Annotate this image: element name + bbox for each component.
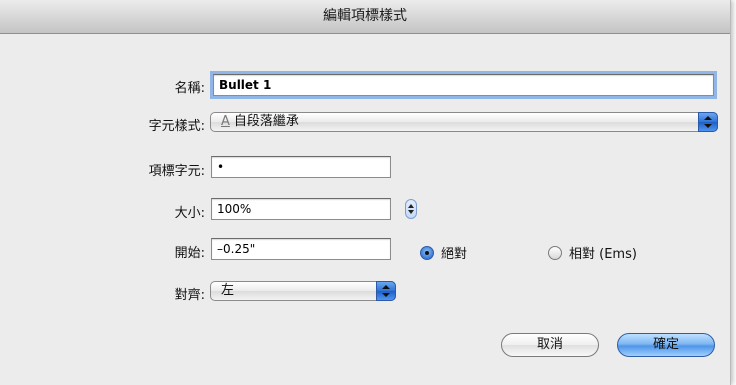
- start-field[interactable]: –0.25": [211, 238, 391, 260]
- cancel-button[interactable]: 取消: [501, 333, 599, 357]
- edit-bullet-style-dialog: 編輯項標樣式 名稱: Bullet 1 字元樣式: A 自段落繼承 項標字元: •…: [0, 0, 731, 385]
- align-value: 左: [221, 283, 235, 298]
- align-label: 對齊:: [174, 288, 205, 303]
- stepper-down-icon: [408, 210, 414, 214]
- char-style-icon: A: [221, 114, 230, 129]
- size-label: 大小:: [174, 206, 205, 221]
- ok-button[interactable]: 確定: [617, 333, 715, 357]
- char-style-popup[interactable]: A 自段落繼承: [210, 112, 718, 132]
- bullet-char-field[interactable]: •: [211, 156, 391, 178]
- popup-arrows-icon: [376, 281, 396, 301]
- relative-radio[interactable]: [548, 246, 562, 260]
- size-field[interactable]: 100%: [211, 198, 391, 220]
- char-style-label: 字元樣式:: [148, 119, 205, 134]
- absolute-label: 絕對: [441, 247, 468, 262]
- size-stepper[interactable]: [405, 199, 417, 219]
- name-label: 名稱:: [174, 81, 205, 96]
- stepper-up-icon: [408, 204, 414, 208]
- relative-label: 相對 (Ems): [569, 247, 637, 262]
- popup-arrows-icon: [698, 112, 718, 132]
- start-label: 開始:: [174, 246, 205, 261]
- align-popup[interactable]: 左: [210, 281, 396, 301]
- dialog-title: 編輯項標樣式: [0, 0, 730, 34]
- bullet-char-label: 項標字元:: [148, 164, 205, 179]
- absolute-radio[interactable]: [420, 246, 434, 260]
- char-style-value: 自段落繼承: [233, 114, 299, 129]
- name-field[interactable]: Bullet 1: [210, 71, 717, 99]
